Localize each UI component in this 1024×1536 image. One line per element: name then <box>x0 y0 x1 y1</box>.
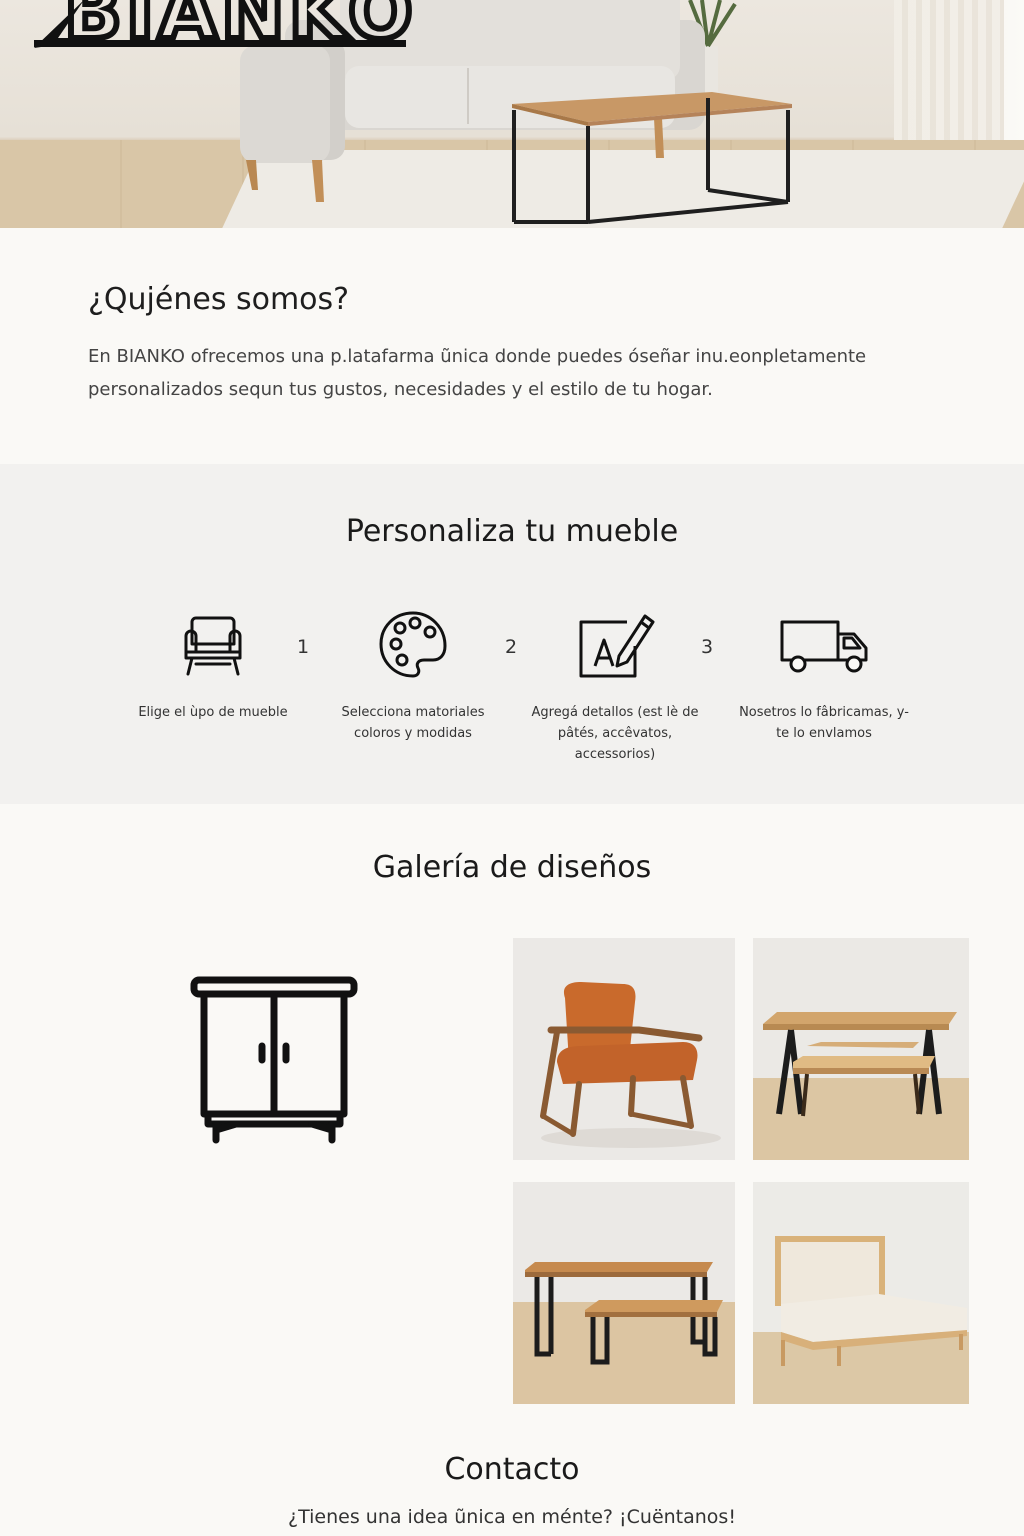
personalize-title: Personaliza tu mueble <box>345 514 679 549</box>
table-with-bench-photo <box>513 1262 735 1404</box>
bianko-logo: BIANKO <box>34 0 414 48</box>
gallery-title: Galería de diseños <box>372 850 652 885</box>
armchair-icon <box>184 616 242 676</box>
step-delivery[interactable]: Nosetros lo fâbricamas, y-te lo envlamos <box>734 610 914 744</box>
edit-text-icon <box>579 614 655 678</box>
personalize-section: Personaliza tu mueble Elige el ùpo de mu… <box>0 464 1024 804</box>
hero-banner: BIANKO <box>0 0 1024 228</box>
step-number: 1 <box>297 636 310 658</box>
gallery-item-bed[interactable] <box>753 1182 969 1404</box>
about-text: En BIANKO ofrecemos una p.latafarma ũnic… <box>88 346 867 400</box>
gallery-item-armchair[interactable] <box>513 938 735 1160</box>
bed-photo <box>753 1236 969 1404</box>
step-choose-type[interactable]: Elige el ùpo de mueble <box>123 610 303 723</box>
step-add-details[interactable]: Agregá detallos (est lè de pâtés, accêva… <box>525 610 705 765</box>
step-caption: Selecciona matoriales coloros y modidas <box>341 705 485 741</box>
dining-table-bench-photo <box>753 1012 969 1160</box>
about-title: ¿Qujénes somos? <box>88 282 350 317</box>
step-number: 3 <box>701 636 714 658</box>
step-number: 2 <box>505 636 518 658</box>
truck-icon <box>780 620 868 673</box>
step-select-materials[interactable]: Selecciona matoriales coloros y modidas <box>323 610 503 744</box>
contact-text: ¿Tienes una idea ũnica en ménte? ¡Cuënta… <box>288 1506 736 1528</box>
wardrobe-icon[interactable] <box>186 970 362 1150</box>
gallery-item-table-bench[interactable] <box>513 1182 735 1404</box>
step-caption: Agregá detallos (est lè de pâtés, accêva… <box>531 705 699 762</box>
step-caption: Nosetros lo fâbricamas, y-te lo envlamos <box>739 705 909 741</box>
coffee-table-icon <box>512 92 792 224</box>
gallery-item-dining-table[interactable] <box>753 938 969 1160</box>
orange-armchair-photo <box>540 982 721 1148</box>
contact-title: Contacto <box>444 1452 580 1487</box>
step-caption: Elige el ùpo de mueble <box>138 705 288 720</box>
palette-icon <box>379 611 447 678</box>
